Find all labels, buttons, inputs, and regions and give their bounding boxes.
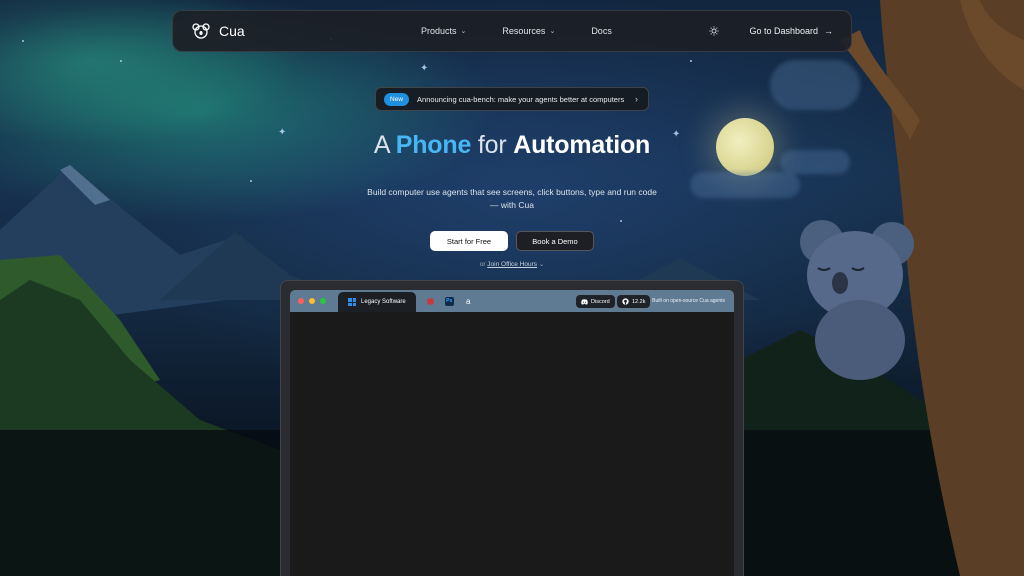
nav-item-label: Products — [421, 26, 457, 36]
tab-label: Legacy Software — [361, 299, 406, 305]
title-word: A — [373, 131, 389, 159]
dashboard-label: Go to Dashboard — [749, 26, 818, 36]
office-prefix: or — [479, 261, 486, 268]
red-app-icon[interactable] — [426, 297, 435, 306]
photoshop-icon[interactable]: Ps — [444, 296, 454, 306]
nav-item-docs[interactable]: Docs — [591, 26, 612, 36]
discord-label: Discord — [591, 298, 610, 305]
nav-item-label: Docs — [591, 26, 612, 36]
koala-logo-icon — [192, 23, 210, 39]
book-a-demo-button[interactable]: Book a Demo — [516, 231, 594, 251]
title-word-highlight: Phone — [395, 131, 472, 159]
browser-tabbar: Legacy Software Ps a Discord 12.2k Built… — [290, 290, 734, 312]
announcement-text: Announcing cua-bench: make your agents b… — [417, 94, 625, 104]
arrow-right-icon: → — [824, 26, 833, 36]
hero-subtitle: Build computer use agents that see scree… — [367, 187, 657, 210]
announcement-banner[interactable]: New Announcing cua-bench: make your agen… — [375, 87, 649, 111]
window-controls — [298, 298, 326, 304]
maximize-dot[interactable] — [320, 298, 326, 304]
nav-item-label: Resources — [502, 26, 546, 36]
go-to-dashboard-link[interactable]: Go to Dashboard → — [749, 26, 833, 36]
amazon-icon[interactable]: a — [464, 297, 473, 306]
github-chip[interactable]: 12.2k — [617, 295, 651, 308]
nav-links: Products ⌄ Resources ⌄ Docs — [421, 26, 612, 36]
tab-legacy-software[interactable]: Legacy Software — [338, 292, 416, 312]
title-word: for — [477, 131, 507, 159]
chevron-down-icon: ⌄ — [549, 28, 556, 35]
nav-item-resources[interactable]: Resources ⌄ — [502, 26, 555, 36]
chevron-down-icon: ⌄ — [460, 28, 467, 35]
github-stars: 12.2k — [632, 298, 646, 305]
navbar: Cua Products ⌄ Resources ⌄ Docs Go to Da… — [172, 10, 852, 52]
office-hours: or Join Office Hours ⌄ — [0, 260, 1024, 268]
hero-title: A Phone for Automation — [0, 131, 1024, 160]
chevron-down-icon: ⌄ — [538, 261, 545, 268]
browser-window: Legacy Software Ps a Discord 12.2k Built… — [290, 290, 734, 576]
built-on-text: Built on open-source Cua agents — [652, 298, 725, 304]
join-office-hours-link[interactable]: Join Office Hours — [487, 261, 537, 268]
github-icon — [622, 298, 629, 305]
sun-icon[interactable] — [709, 26, 719, 36]
title-word-bold: Automation — [513, 131, 651, 159]
new-badge: New — [384, 92, 410, 106]
minimize-dot[interactable] — [309, 298, 315, 304]
chevron-right-icon: › — [635, 94, 638, 104]
close-dot[interactable] — [298, 298, 304, 304]
logo[interactable]: Cua — [191, 21, 245, 41]
discord-chip[interactable]: Discord — [576, 295, 615, 308]
brand-name: Cua — [219, 23, 245, 39]
nav-item-products[interactable]: Products ⌄ — [421, 26, 466, 36]
discord-icon — [581, 298, 588, 305]
start-for-free-button[interactable]: Start for Free — [430, 231, 508, 251]
windows-icon — [348, 298, 356, 306]
cta-row: Start for Free Book a Demo — [0, 231, 1024, 251]
